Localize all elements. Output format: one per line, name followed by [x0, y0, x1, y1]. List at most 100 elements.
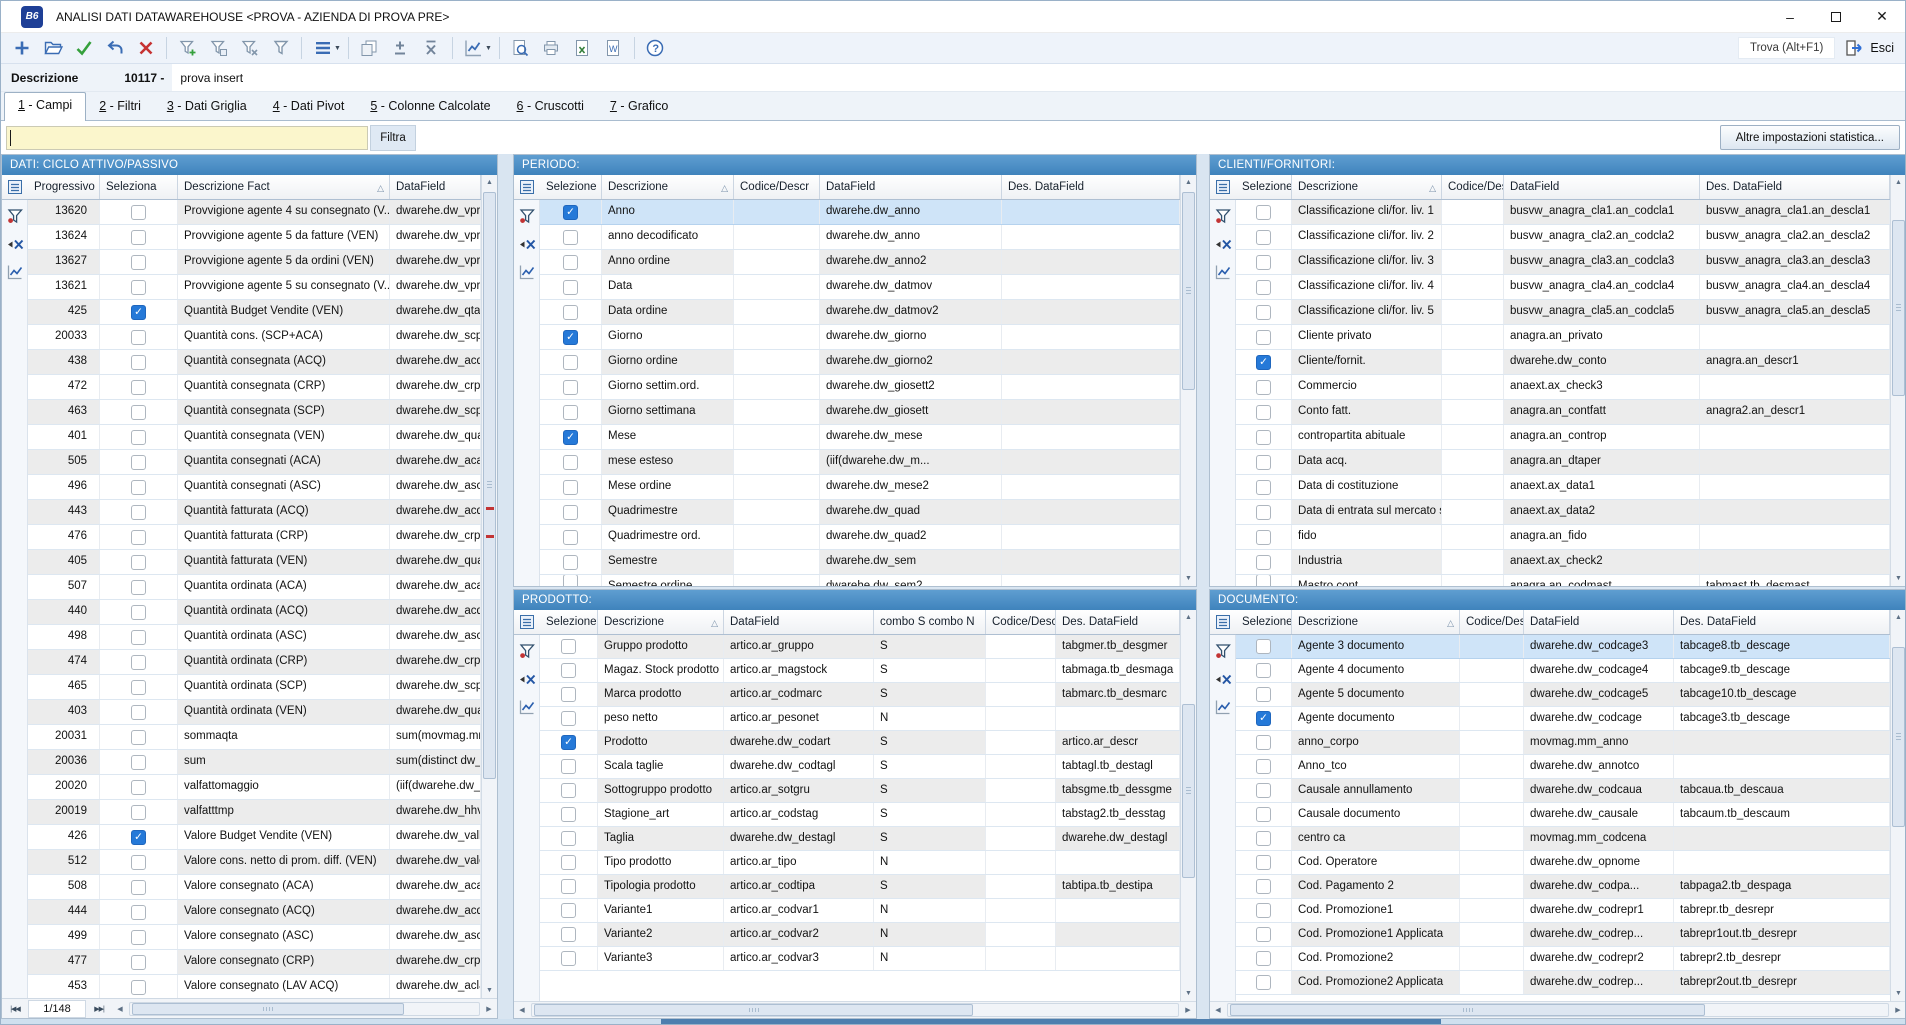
- table-row[interactable]: Taglia dwarehe.dw_destagl S dwarehe.dw_d…: [540, 827, 1180, 851]
- table-row[interactable]: centro ca movmag.mm_codcena: [1236, 827, 1890, 851]
- grid-clear-icon[interactable]: [3, 231, 27, 256]
- table-row[interactable]: 453 Valore consegnato (LAV ACQ) dwarehe.…: [28, 975, 481, 998]
- grid-clear-icon[interactable]: [515, 666, 539, 691]
- row-checkbox[interactable]: [131, 655, 146, 670]
- row-checkbox[interactable]: [1256, 405, 1271, 420]
- row-checkbox[interactable]: [563, 305, 578, 320]
- row-checkbox[interactable]: [1256, 951, 1271, 966]
- cell-codice[interactable]: [1460, 707, 1524, 730]
- table-row[interactable]: Classificazione cli/for. liv. 4 busvw_an…: [1236, 275, 1890, 300]
- cell-codice[interactable]: [1442, 575, 1504, 586]
- grid-chart-icon[interactable]: [515, 259, 539, 284]
- row-checkbox[interactable]: [1256, 783, 1271, 798]
- last-record-button[interactable]: ▶▶|: [86, 1000, 112, 1018]
- table-row[interactable]: 507 Quantita ordinata (ACA) dwarehe.dw_a…: [28, 575, 481, 600]
- col-header-selezione[interactable]: Selezione: [540, 610, 598, 634]
- row-checkbox[interactable]: [131, 755, 146, 770]
- table-row[interactable]: Classificazione cli/for. liv. 3 busvw_an…: [1236, 250, 1890, 275]
- row-checkbox[interactable]: [131, 330, 146, 345]
- description-field[interactable]: prova insert: [172, 64, 1905, 91]
- table-row[interactable]: 496 Quantità consegnati (ASC) dwarehe.dw…: [28, 475, 481, 500]
- cell-codice[interactable]: [1460, 683, 1524, 706]
- documento-vertical-scrollbar[interactable]: ▲ ▼: [1890, 610, 1906, 1001]
- row-checkbox[interactable]: [131, 430, 146, 445]
- row-checkbox[interactable]: [131, 730, 146, 745]
- cell-codice[interactable]: [1442, 325, 1504, 349]
- documento-horizontal-scrollbar[interactable]: ◀ ▶: [1210, 1001, 1906, 1018]
- export-word-button[interactable]: [598, 35, 629, 62]
- table-row[interactable]: 403 Quantità ordinata (VEN) dwarehe.dw_q…: [28, 700, 481, 725]
- col-header-des-datafield[interactable]: Des. DataField: [1002, 175, 1180, 199]
- cell-codice[interactable]: [1460, 971, 1524, 994]
- cell-codice[interactable]: [1442, 400, 1504, 424]
- cell-codice[interactable]: [1460, 755, 1524, 778]
- row-checkbox[interactable]: [131, 405, 146, 420]
- row-checkbox[interactable]: [561, 903, 576, 918]
- row-checkbox[interactable]: [563, 255, 578, 270]
- table-row[interactable]: Giorno settimana dwarehe.dw_giosett: [540, 400, 1180, 425]
- grid-filter-icon[interactable]: [1211, 203, 1235, 228]
- cell-codice[interactable]: [986, 707, 1056, 730]
- table-row[interactable]: Marca prodotto artico.ar_codmarc S tabma…: [540, 683, 1180, 707]
- grid-chart-icon[interactable]: [515, 694, 539, 719]
- table-row[interactable]: Agente 5 documento dwarehe.dw_codcage5 t…: [1236, 683, 1890, 707]
- cell-codice[interactable]: [1442, 550, 1504, 574]
- row-checkbox[interactable]: [1256, 711, 1271, 726]
- cell-codice[interactable]: [986, 923, 1056, 946]
- row-checkbox[interactable]: [1256, 735, 1271, 750]
- cell-codice[interactable]: [734, 550, 820, 574]
- table-row[interactable]: Cod. Promozione1 Applicata dwarehe.dw_co…: [1236, 923, 1890, 947]
- grid-filter-icon[interactable]: [515, 203, 539, 228]
- row-checkbox[interactable]: [1256, 505, 1271, 520]
- row-checkbox[interactable]: [1256, 480, 1271, 495]
- row-checkbox[interactable]: [563, 575, 578, 586]
- col-header-descrizione[interactable]: Descrizione△: [602, 175, 734, 199]
- col-header-descrizione[interactable]: Descrizione△: [1292, 610, 1460, 634]
- row-checkbox[interactable]: [1256, 555, 1271, 570]
- minimize-button[interactable]: –: [1767, 1, 1813, 32]
- row-checkbox[interactable]: [1256, 639, 1271, 654]
- cell-codice[interactable]: [1442, 525, 1504, 549]
- row-checkbox[interactable]: [1256, 807, 1271, 822]
- cell-codice[interactable]: [1442, 475, 1504, 499]
- tab-grafico[interactable]: 7 - Grafico: [597, 94, 681, 120]
- table-row[interactable]: 465 Quantità ordinata (SCP) dwarehe.dw_s…: [28, 675, 481, 700]
- copy-button[interactable]: [354, 35, 385, 62]
- scroll-left-icon[interactable]: ◀: [514, 1002, 530, 1018]
- row-checkbox[interactable]: [1256, 305, 1271, 320]
- table-row[interactable]: Anno dwarehe.dw_anno: [540, 200, 1180, 225]
- clienti-vertical-scrollbar[interactable]: ▲ ▼: [1890, 175, 1906, 586]
- table-row[interactable]: 20033 Quantità cons. (SCP+ACA) dwarehe.d…: [28, 325, 481, 350]
- row-checkbox[interactable]: [131, 580, 146, 595]
- table-row[interactable]: anno decodificato dwarehe.dw_anno: [540, 225, 1180, 250]
- row-checkbox[interactable]: [1256, 831, 1271, 846]
- table-row[interactable]: Data di costituzione anaext.ax_data1: [1236, 475, 1890, 500]
- print-preview-button[interactable]: [505, 35, 536, 62]
- table-row[interactable]: Cod. Promozione2 Applicata dwarehe.dw_co…: [1236, 971, 1890, 995]
- quick-filter-input[interactable]: [6, 126, 368, 150]
- row-checkbox[interactable]: [563, 530, 578, 545]
- tab-colonne-calcolate[interactable]: 5 - Colonne Calcolate: [357, 94, 503, 120]
- cell-codice[interactable]: [1442, 450, 1504, 474]
- filter-clear-button[interactable]: [234, 35, 265, 62]
- table-row[interactable]: 499 Valore consegnato (ASC) dwarehe.dw_a…: [28, 925, 481, 950]
- cell-codice[interactable]: [986, 635, 1056, 658]
- table-row[interactable]: Data di entrata sul mercato sw anaext.ax…: [1236, 500, 1890, 525]
- plus-minus-button[interactable]: [385, 35, 416, 62]
- cell-codice[interactable]: [1442, 300, 1504, 324]
- table-row[interactable]: Semestre dwarehe.dw_sem: [540, 550, 1180, 575]
- cell-codice[interactable]: [986, 875, 1056, 898]
- table-row[interactable]: Quadrimestre ord. dwarehe.dw_quad2: [540, 525, 1180, 550]
- col-header-progressivo[interactable]: Progressivo: [28, 175, 100, 199]
- grid-menu-icon[interactable]: [1210, 610, 1236, 635]
- row-checkbox[interactable]: [1256, 280, 1271, 295]
- row-checkbox[interactable]: [561, 639, 576, 654]
- col-header-datafield[interactable]: DataField: [820, 175, 1002, 199]
- table-row[interactable]: Causale annullamento dwarehe.dw_codcaua …: [1236, 779, 1890, 803]
- table-row[interactable]: Mese ordine dwarehe.dw_mese2: [540, 475, 1180, 500]
- cell-codice[interactable]: [1460, 947, 1524, 970]
- row-checkbox[interactable]: [131, 930, 146, 945]
- row-checkbox[interactable]: [1256, 903, 1271, 918]
- grid-menu-icon[interactable]: [514, 175, 540, 200]
- prodotto-horizontal-scrollbar[interactable]: ◀ ▶: [514, 1001, 1196, 1018]
